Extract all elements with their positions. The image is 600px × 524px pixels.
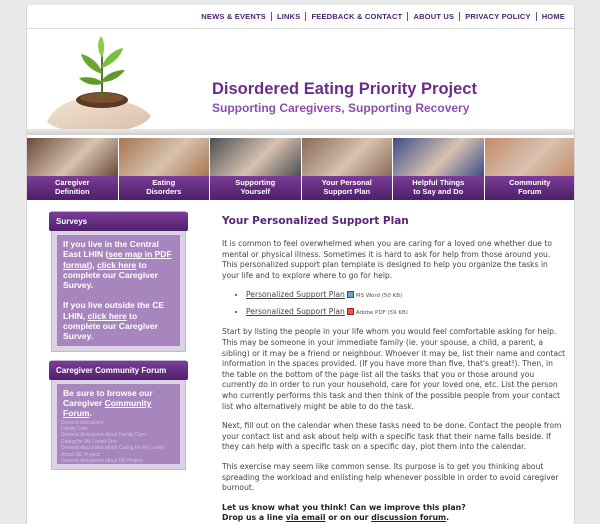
pdf-icon	[346, 308, 354, 316]
photo-nav-image	[118, 138, 210, 176]
cta-text-b: or on our	[325, 513, 372, 523]
support-plan-pdf-link[interactable]: Personalized Support Plan	[246, 307, 345, 316]
photo-nav-caregiver-definition[interactable]: Caregiver Definition	[27, 138, 119, 202]
cta-text-a: Drop us a line	[222, 513, 286, 523]
site-title: Disordered Eating Priority Project	[212, 80, 477, 98]
photo-nav-supporting-yourself[interactable]: Supporting Yourself	[210, 138, 302, 202]
surveys-box: Surveys If you live in the Central East …	[49, 211, 188, 352]
nav-privacy-policy[interactable]: PRIVACY POLICY	[459, 12, 535, 21]
cta-line1: Let us know what you think! Can we impro…	[222, 502, 466, 512]
intro-paragraph: It is common to feel overwhelmed when yo…	[222, 239, 552, 280]
page-title: Your Personalized Support Plan	[222, 215, 409, 227]
surveys-title: Surveys	[49, 212, 188, 231]
survey1-text-b: ),	[89, 259, 98, 270]
photo-nav-image	[393, 138, 485, 176]
email-link[interactable]: via email	[286, 513, 326, 522]
nav-links[interactable]: LINKS	[270, 12, 306, 21]
photo-nav-image	[210, 138, 302, 176]
nav-about-us[interactable]: ABOUT US	[407, 12, 459, 21]
page: NEWS & EVENTS LINKS FEEDBACK & CONTACT A…	[26, 5, 575, 524]
word-doc-icon	[346, 291, 354, 299]
forum-title: Caregiver Community Forum	[49, 360, 188, 380]
forum-box: Caregiver Community Forum Be sure to bro…	[49, 359, 188, 470]
main-content: Your Personalized Support Plan It is com…	[222, 215, 566, 524]
photo-nav-image	[301, 138, 393, 176]
photo-nav-image	[484, 138, 574, 176]
top-nav: NEWS & EVENTS LINKS FEEDBACK & CONTACT A…	[27, 5, 574, 29]
forum-text-b: .	[89, 408, 92, 419]
support-plan-word-link[interactable]: Personalized Support Plan	[246, 290, 345, 299]
header-banner: Disordered Eating Priority Project Suppo…	[27, 30, 574, 135]
site-subtitle: Supporting Caregivers, Supporting Recove…	[212, 101, 470, 115]
photo-nav-label: Caregiver Definition	[27, 176, 119, 200]
photo-nav-eating-disorders[interactable]: Eating Disorders	[118, 138, 210, 202]
discussion-forum-link[interactable]: discussion forum	[371, 513, 446, 522]
photo-nav-label: Your Personal Support Plan	[301, 176, 393, 200]
survey-outside-ce: If you live outside the CE LHIN, click h…	[63, 300, 174, 341]
photo-nav-label: Community Forum	[484, 176, 574, 200]
calendar-paragraph: Next, fill out on the calendar when thes…	[222, 421, 562, 452]
feedback-callout: Let us know what you think! Can we impro…	[222, 503, 566, 524]
instructions-paragraph: Start by listing the people in your life…	[222, 327, 566, 411]
pdf-file-info: Adobe PDF (59 KB)	[355, 310, 408, 317]
nav-feedback-contact[interactable]: FEEDBACK & CONTACT	[305, 12, 407, 21]
download-word-item: Personalized Support Plan MS Word (50 KB)	[246, 290, 566, 301]
plant-in-hand-image	[47, 36, 151, 132]
photo-nav-community-forum[interactable]: Community Forum	[484, 138, 574, 202]
photo-nav-label: Helpful Things to Say and Do	[393, 176, 485, 200]
word-file-info: MS Word (50 KB)	[355, 293, 403, 300]
download-list: Personalized Support Plan MS Word (50 KB)…	[246, 290, 566, 318]
nav-news-events[interactable]: NEWS & EVENTS	[196, 12, 271, 21]
photo-nav: Caregiver Definition Eating Disorders Su…	[27, 138, 574, 202]
photo-nav-personal-support-plan[interactable]: Your Personal Support Plan	[301, 138, 393, 202]
forum-preview-text: General discussion Family Care General d…	[61, 419, 164, 464]
nav-home[interactable]: HOME	[535, 12, 570, 21]
download-pdf-item: Personalized Support Plan Adobe PDF (59 K…	[246, 307, 566, 318]
purpose-paragraph: This exercise may seem like common sense…	[222, 461, 559, 493]
photo-nav-label: Supporting Yourself	[210, 176, 302, 200]
forum-promo: Be sure to browse our Caregiver Communit…	[63, 388, 174, 419]
survey-central-east: If you live in the Central East LHIN (se…	[63, 239, 174, 290]
sidebar: Surveys If you live in the Central East …	[49, 211, 188, 478]
photo-nav-label: Eating Disorders	[118, 176, 210, 200]
photo-nav-image	[27, 138, 119, 176]
cta-text-c: .	[446, 513, 450, 523]
survey-outside-click-here-link[interactable]: click here	[88, 311, 127, 321]
survey-ce-click-here-link[interactable]: click here	[97, 260, 136, 270]
photo-nav-helpful-things[interactable]: Helpful Things to Say and Do	[393, 138, 485, 202]
header-divider	[27, 129, 574, 135]
forum-body: Be sure to browse our Caregiver Communit…	[57, 383, 180, 464]
surveys-body: If you live in the Central East LHIN (se…	[57, 235, 180, 346]
